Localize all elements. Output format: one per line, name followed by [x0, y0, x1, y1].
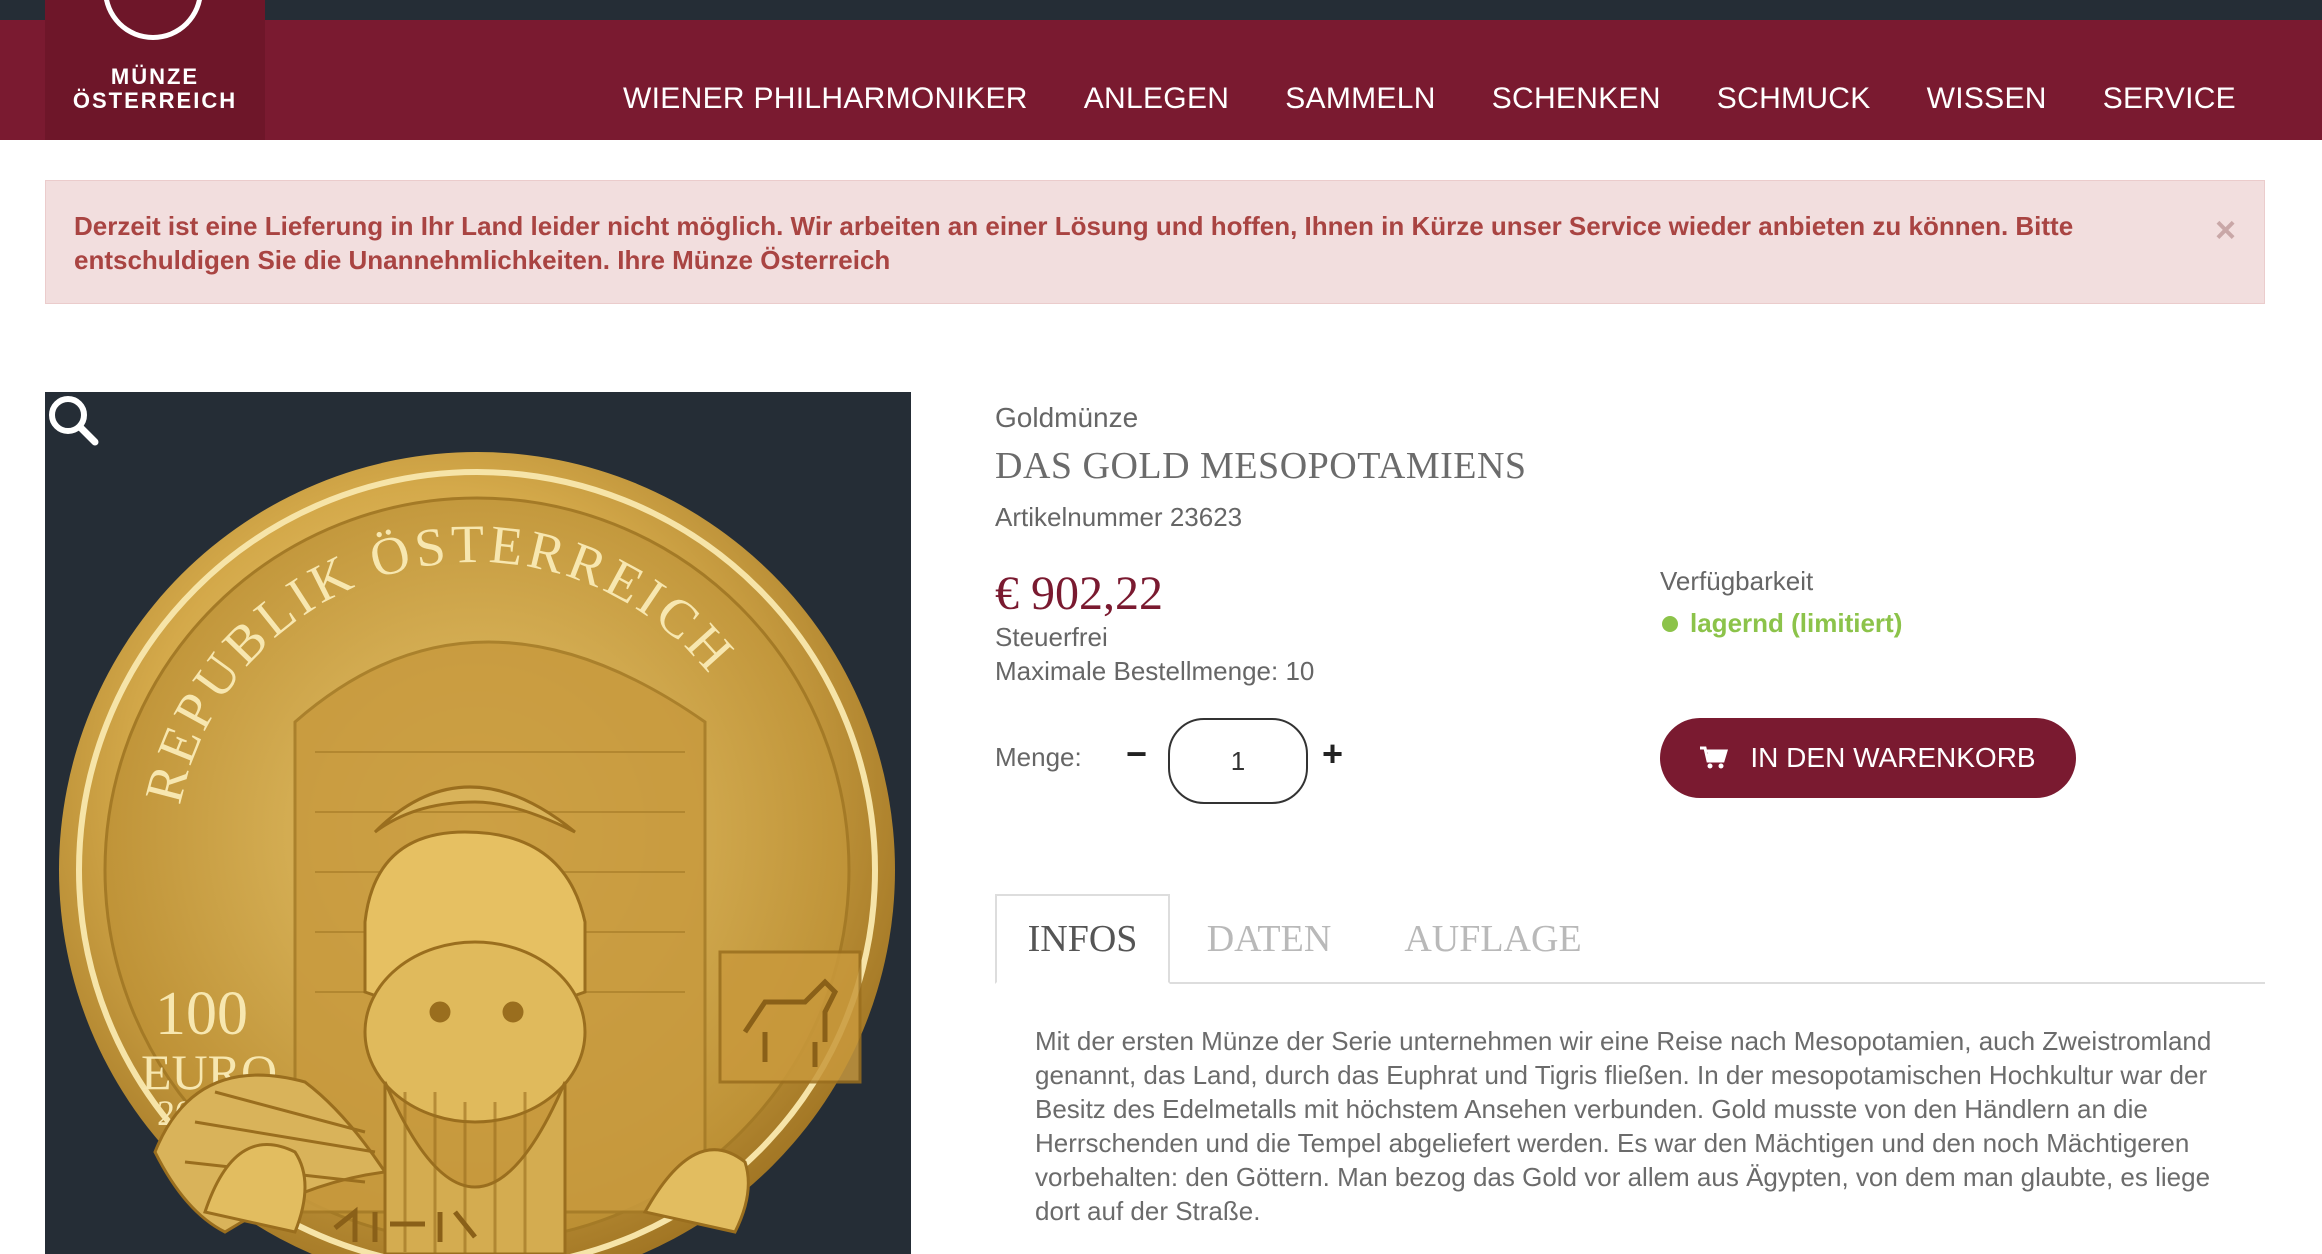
brand-logo[interactable]: MÜNZE ÖSTERREICH [45, 0, 265, 140]
nav-item-service[interactable]: SERVICE [2103, 82, 2236, 116]
add-to-cart-button[interactable]: IN DEN WARENKORB [1660, 718, 2076, 798]
availability-label: Verfügbarkeit [1660, 566, 1814, 596]
product-price: € 902,22 [995, 567, 1163, 620]
nav-item-anlegen[interactable]: ANLEGEN [1084, 82, 1229, 116]
close-icon[interactable]: × [2215, 209, 2236, 251]
search-icon[interactable] [45, 392, 101, 448]
max-order-quantity: Maximale Bestellmenge: 10 [995, 656, 1315, 686]
nav-item-wissen[interactable]: WISSEN [1927, 82, 2047, 116]
delivery-alert: Derzeit ist eine Lieferung in Ihr Land l… [45, 180, 2265, 304]
coin-denomination: 100 [155, 980, 248, 1048]
main-nav: WIENER PHILHARMONIKER ANLEGEN SAMMELN SC… [567, 82, 2236, 116]
tab-infos[interactable]: INFOS [995, 894, 1170, 984]
site-header: WIENER PHILHARMONIKER ANLEGEN SAMMELN SC… [0, 20, 2322, 140]
add-to-cart-label: IN DEN WARENKORB [1750, 742, 2036, 773]
logo-text-line1: MÜNZE [110, 64, 200, 89]
article-number: Artikelnummer 23623 [995, 502, 1243, 532]
product-description: Mit der ersten Münze der Serie unternehm… [1035, 1026, 2212, 1226]
tab-auflage[interactable]: AUFLAGE [1388, 894, 1598, 984]
availability-status-text: lagernd (limitiert) [1690, 608, 1903, 638]
nav-item-schmuck[interactable]: SCHMUCK [1717, 82, 1871, 116]
tax-info: Steuerfrei [995, 622, 1108, 652]
product-category: Goldmünze [995, 402, 1139, 433]
tab-daten[interactable]: DATEN [1194, 894, 1344, 984]
quantity-increase-button[interactable]: + [1322, 734, 1343, 774]
availability-status: lagernd (limitiert) [1662, 608, 1902, 639]
coin-illustration: REPUBLIK ÖSTERREICH 100 EURO 2019 [59, 452, 895, 1254]
quantity-input[interactable] [1168, 718, 1308, 804]
shopping-cart-icon [1700, 746, 1729, 769]
logo-ring-icon [103, 0, 203, 40]
tabs-divider [995, 982, 2265, 984]
quantity-decrease-button[interactable]: − [1126, 734, 1147, 774]
alert-message: Derzeit ist eine Lieferung in Ihr Land l… [74, 211, 2074, 275]
quantity-label: Menge: [995, 742, 1082, 772]
nav-item-sammeln[interactable]: SAMMELN [1285, 82, 1435, 116]
nav-item-schenken[interactable]: SCHENKEN [1492, 82, 1661, 116]
logo-text-line2: ÖSTERREICH [72, 88, 238, 113]
product-image[interactable]: REPUBLIK ÖSTERREICH 100 EURO 2019 [45, 392, 911, 1254]
nav-item-wiener-philharmoniker[interactable]: WIENER PHILHARMONIKER [623, 82, 1028, 116]
status-dot-icon [1662, 615, 1678, 632]
top-strip [0, 0, 2322, 20]
product-title: DAS GOLD MESOPOTAMIENS [995, 445, 1527, 487]
